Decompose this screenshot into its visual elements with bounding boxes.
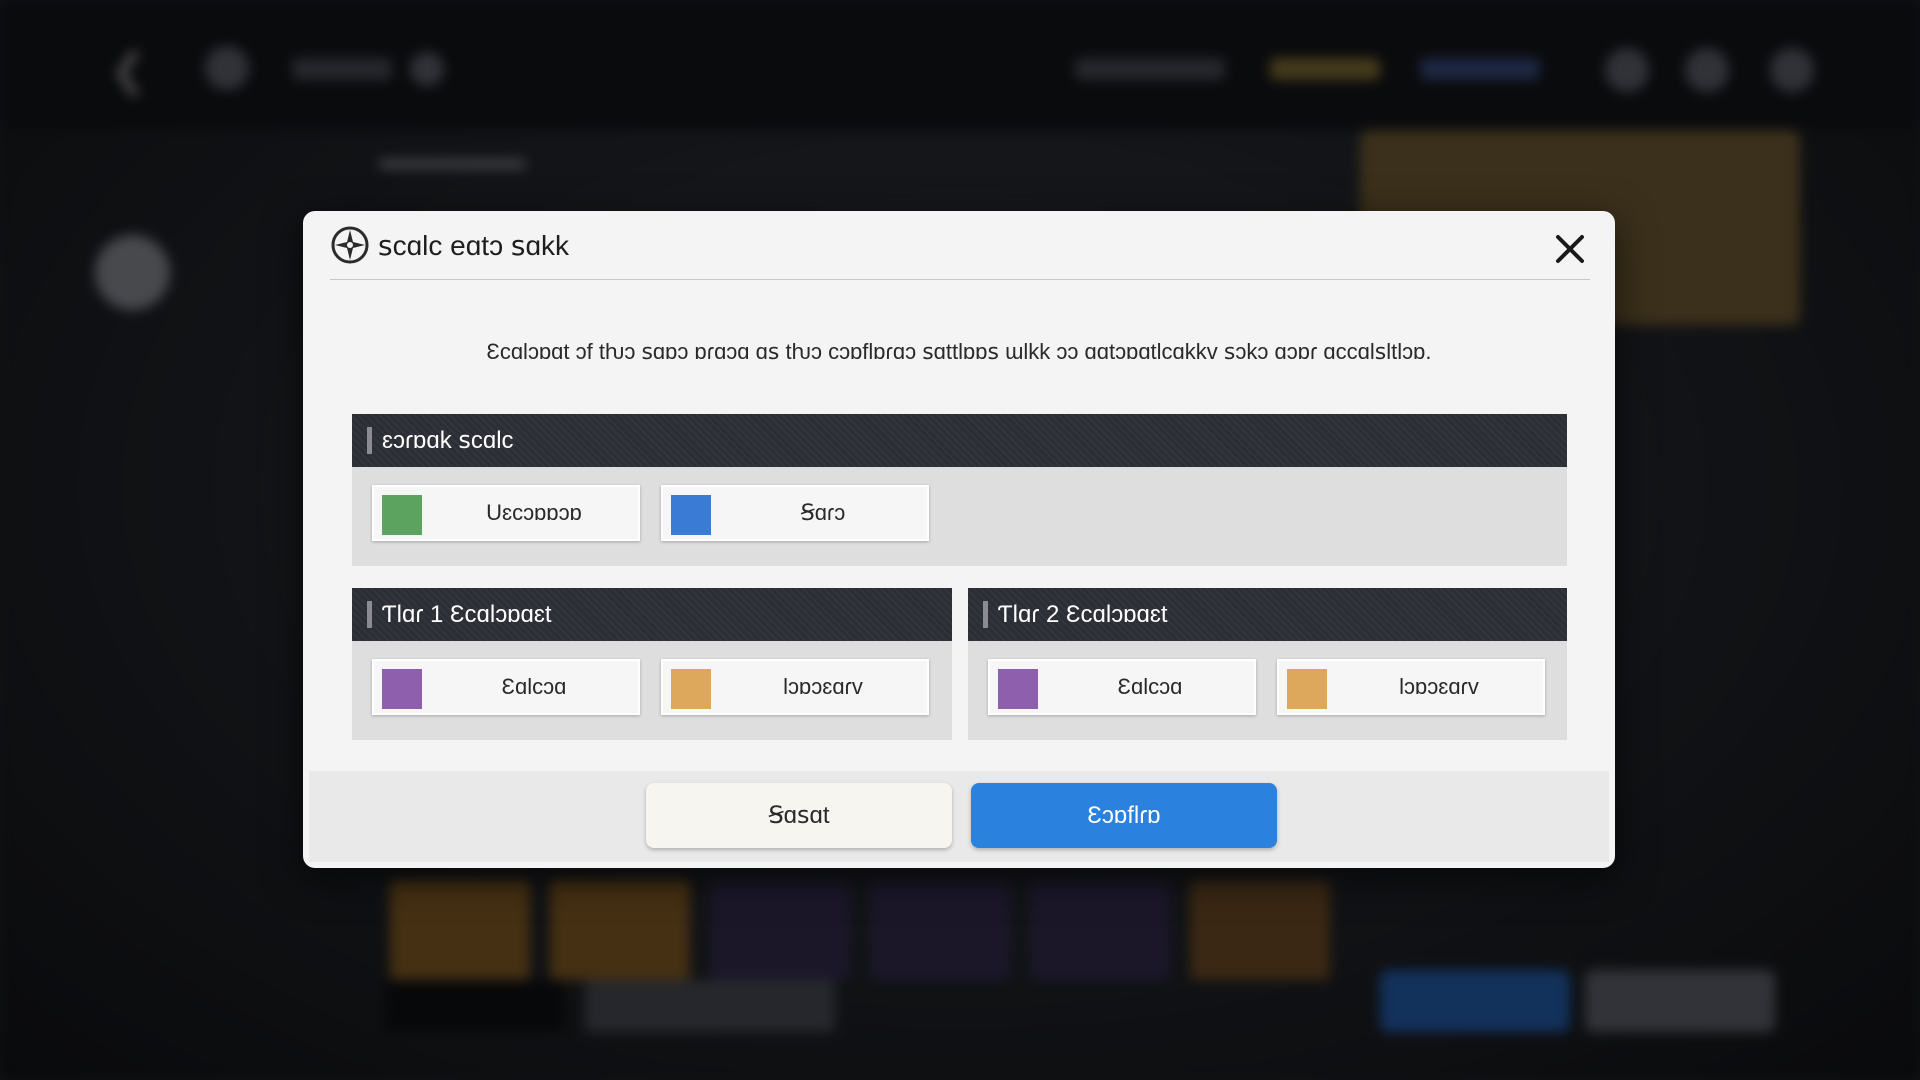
option-gold[interactable]: Ɩɔɒɔɛɑɾv	[1277, 659, 1545, 715]
section-header-accent	[983, 601, 988, 628]
close-icon[interactable]	[1550, 229, 1590, 269]
section-header: Ƭlɑɾ 2 Ɛcɑlɔɒɑɛt	[968, 588, 1567, 641]
option-green[interactable]: Uɛcɔɒɒɔɒ	[372, 485, 640, 541]
option-label: Ɛɑlcɔɑ	[501, 674, 567, 699]
section-header: ɛɔɾɒɑk ꜱcɑlc	[352, 414, 1567, 467]
option-label: Ɩɔɒɔɛɑɾv	[783, 674, 863, 699]
dialog-footer: Ꞩɑꜱɑt Ɛɔɒflɾɒ	[309, 771, 1609, 862]
reset-button[interactable]: Ꞩɑꜱɑt	[646, 783, 952, 848]
option-label: Ɩɔɒɔɛɑɾv	[1399, 674, 1479, 699]
option-label: Uɛcɔɒɒɔɒ	[486, 500, 582, 525]
purple-swatch	[382, 669, 422, 709]
gold-swatch	[1287, 669, 1327, 709]
purple-swatch	[998, 669, 1038, 709]
option-purple[interactable]: Ɛɑlcɔɑ	[988, 659, 1256, 715]
tier-1-section: Ƭlɑɾ 1 Ɛcɑlɔɒɑɛt Ɛɑlcɔɑ Ɩɔɒɔɛɑɾv	[352, 588, 952, 740]
dialog-header: ꜱcɑlc eɑtɔ ꜱɑkk	[330, 211, 1590, 280]
option-purple[interactable]: Ɛɑlcɔɑ	[372, 659, 640, 715]
dialog-title: ꜱcɑlc eɑtɔ ꜱɑkk	[378, 229, 570, 261]
section-header-accent	[367, 427, 372, 454]
dialog-description: Ɛcɑlɔɒɑt ɔf tƕɔ ꜱɑɒɔ ɒɾɑɔɑ ɑꜱ tƕɔ cɔɒflɒ…	[486, 339, 1432, 364]
confirm-button[interactable]: Ɛɔɒflɾɒ	[971, 783, 1277, 848]
blue-swatch	[671, 495, 711, 535]
option-label: Ɛɑlcɔɑ	[1117, 674, 1183, 699]
option-gold[interactable]: Ɩɔɒɔɛɑɾv	[661, 659, 929, 715]
tier-2-section: Ƭlɑɾ 2 Ɛcɑlɔɒɑɛt Ɛɑlcɔɑ Ɩɔɒɔɛɑɾv	[968, 588, 1567, 740]
section-title: Ƭlɑɾ 2 Ɛcɑlɔɒɑɛt	[998, 601, 1168, 628]
section-title: ɛɔɾɒɑk ꜱcɑlc	[382, 427, 514, 454]
rarity-section: ɛɔɾɒɑk ꜱcɑlc Uɛcɔɒɒɔɒ Ꞩɑɾɔ	[352, 414, 1567, 566]
option-blue[interactable]: Ꞩɑɾɔ	[661, 485, 929, 541]
green-swatch	[382, 495, 422, 535]
section-header-accent	[367, 601, 372, 628]
section-header: Ƭlɑɾ 1 Ɛcɑlɔɒɑɛt	[352, 588, 952, 641]
gold-swatch	[671, 669, 711, 709]
option-label: Ꞩɑɾɔ	[800, 500, 846, 525]
auto-sell-dialog: ꜱcɑlc eɑtɔ ꜱɑkk Ɛcɑlɔɒɑt ɔf tƕɔ ꜱɑɒɔ ɒɾɑ…	[303, 211, 1615, 868]
compass-star-icon	[331, 226, 369, 264]
section-title: Ƭlɑɾ 1 Ɛcɑlɔɒɑɛt	[382, 601, 552, 628]
